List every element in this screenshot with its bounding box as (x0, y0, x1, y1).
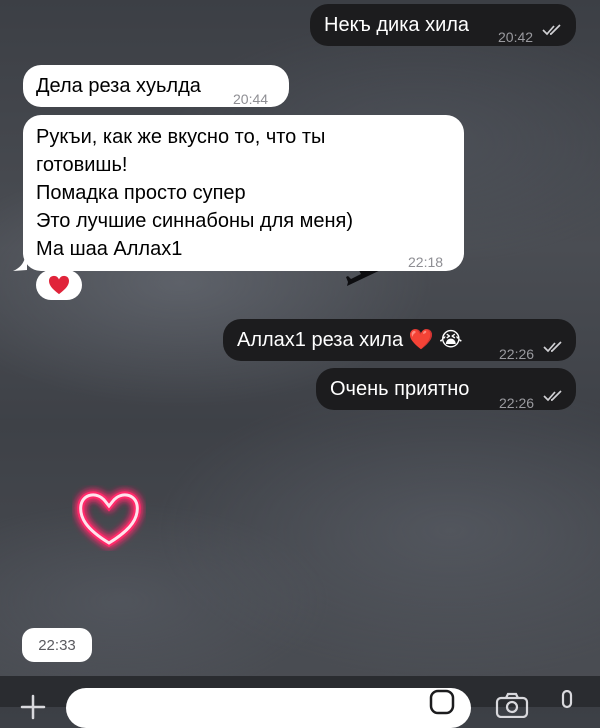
double-check-icon (543, 390, 562, 402)
message-text: Очень приятно (330, 378, 470, 400)
message-line: Помадка просто супер (36, 182, 246, 204)
message-line: Ма шаа Аллах1 (36, 238, 183, 260)
red-heart-icon (49, 275, 69, 295)
message-time: 22:26 (499, 346, 535, 362)
message-bubble-outgoing[interactable]: Очень приятно 22:26 (316, 368, 576, 411)
message-time: 22:26 (499, 395, 535, 411)
double-check-icon (543, 341, 562, 353)
message-text: Некъ дика хила (324, 14, 470, 36)
message-bubble-outgoing[interactable]: Некъ дика хила 20:42 (310, 4, 576, 46)
message-line: готовишь! (36, 154, 128, 176)
plus-icon[interactable] (18, 692, 48, 722)
message-line: Это лучшие синнабоны для меня) (36, 210, 354, 232)
message-bubble-incoming[interactable]: Рукъи, как же вкусно то, что ты готовишь… (23, 115, 464, 271)
message-line: Рукъи, как же вкусно то, что ты (36, 126, 326, 148)
message-bubble-outgoing[interactable]: Аллах1 реза хила ❤️ 😭 22:26 (223, 319, 576, 362)
message-text: Рукъи, как же вкусно то, что ты готовишь… (36, 123, 353, 263)
message-time: 20:42 (498, 29, 534, 45)
media-time-badge: 22:33 (22, 628, 92, 662)
double-check-icon (542, 24, 561, 36)
neon-heart-icon (77, 491, 141, 548)
message-bubble-incoming[interactable]: Дела реза хуьлда 20:44 (23, 65, 289, 107)
microphone-icon[interactable] (558, 690, 576, 716)
sticker-icon[interactable] (428, 688, 456, 716)
message-text: Дела реза хуьлда (36, 75, 201, 97)
message-input[interactable] (66, 688, 471, 728)
bubble-tail (13, 258, 27, 271)
camera-icon[interactable] (495, 692, 529, 718)
message-time: 20:44 (233, 91, 269, 107)
message-time: 22:18 (408, 254, 444, 270)
reaction-badge[interactable] (36, 270, 82, 300)
message-text: Аллах1 реза хила ❤️ 😭 (237, 329, 463, 351)
